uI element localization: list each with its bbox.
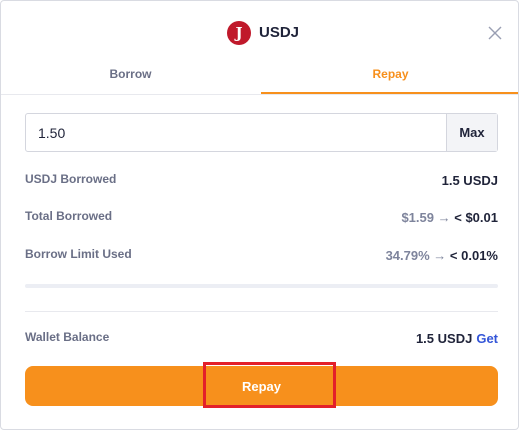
- wallet-balance-value: 1.5 USDJ Get: [416, 331, 498, 346]
- borrow-limit-bar: [25, 284, 498, 288]
- get-link[interactable]: Get: [476, 331, 498, 346]
- borrow-limit-value: 34.79% → < 0.01%: [386, 248, 498, 263]
- arrow-right-icon: →: [437, 210, 451, 225]
- repay-modal: J USDJ Borrow Repay Max USDJ Borrowed 1.…: [0, 0, 519, 430]
- tab-repay[interactable]: Repay: [261, 57, 518, 94]
- wallet-balance-label: Wallet Balance: [25, 330, 110, 344]
- usdj-coin-icon: J: [227, 21, 251, 45]
- modal-header: J USDJ: [1, 1, 518, 57]
- usdj-borrowed-label: USDJ Borrowed: [25, 172, 117, 186]
- total-borrowed-row: Total Borrowed $1.59 → < $0.01: [25, 209, 498, 227]
- borrow-limit-row: Borrow Limit Used 34.79% → < 0.01%: [25, 247, 498, 265]
- total-borrowed-value: $1.59 → < $0.01: [401, 210, 498, 225]
- repay-button[interactable]: Repay: [25, 366, 498, 406]
- tab-bar: Borrow Repay: [1, 57, 518, 95]
- wallet-balance-amount: 1.5 USDJ: [415, 331, 473, 346]
- total-borrowed-current: $1.59: [401, 210, 434, 225]
- usdj-borrowed-row: USDJ Borrowed 1.5 USDJ: [25, 172, 498, 190]
- amount-field: Max: [25, 113, 498, 152]
- close-icon-glyph: [488, 26, 502, 40]
- max-button[interactable]: Max: [446, 114, 497, 151]
- wallet-balance-row: Wallet Balance 1.5 USDJ Get: [25, 330, 498, 348]
- amount-input[interactable]: [26, 114, 446, 151]
- modal-title: USDJ: [259, 24, 300, 41]
- borrow-limit-new: < 0.01%: [449, 248, 498, 263]
- divider: [25, 311, 498, 312]
- total-borrowed-new: < $0.01: [454, 210, 498, 225]
- borrow-limit-label: Borrow Limit Used: [25, 247, 132, 261]
- close-icon[interactable]: [485, 23, 505, 43]
- arrow-right-icon: →: [433, 248, 447, 263]
- tab-borrow[interactable]: Borrow: [1, 57, 260, 94]
- usdj-borrowed-value: 1.5 USDJ: [441, 173, 498, 188]
- borrow-limit-current: 34.79%: [385, 248, 430, 263]
- total-borrowed-label: Total Borrowed: [25, 209, 113, 223]
